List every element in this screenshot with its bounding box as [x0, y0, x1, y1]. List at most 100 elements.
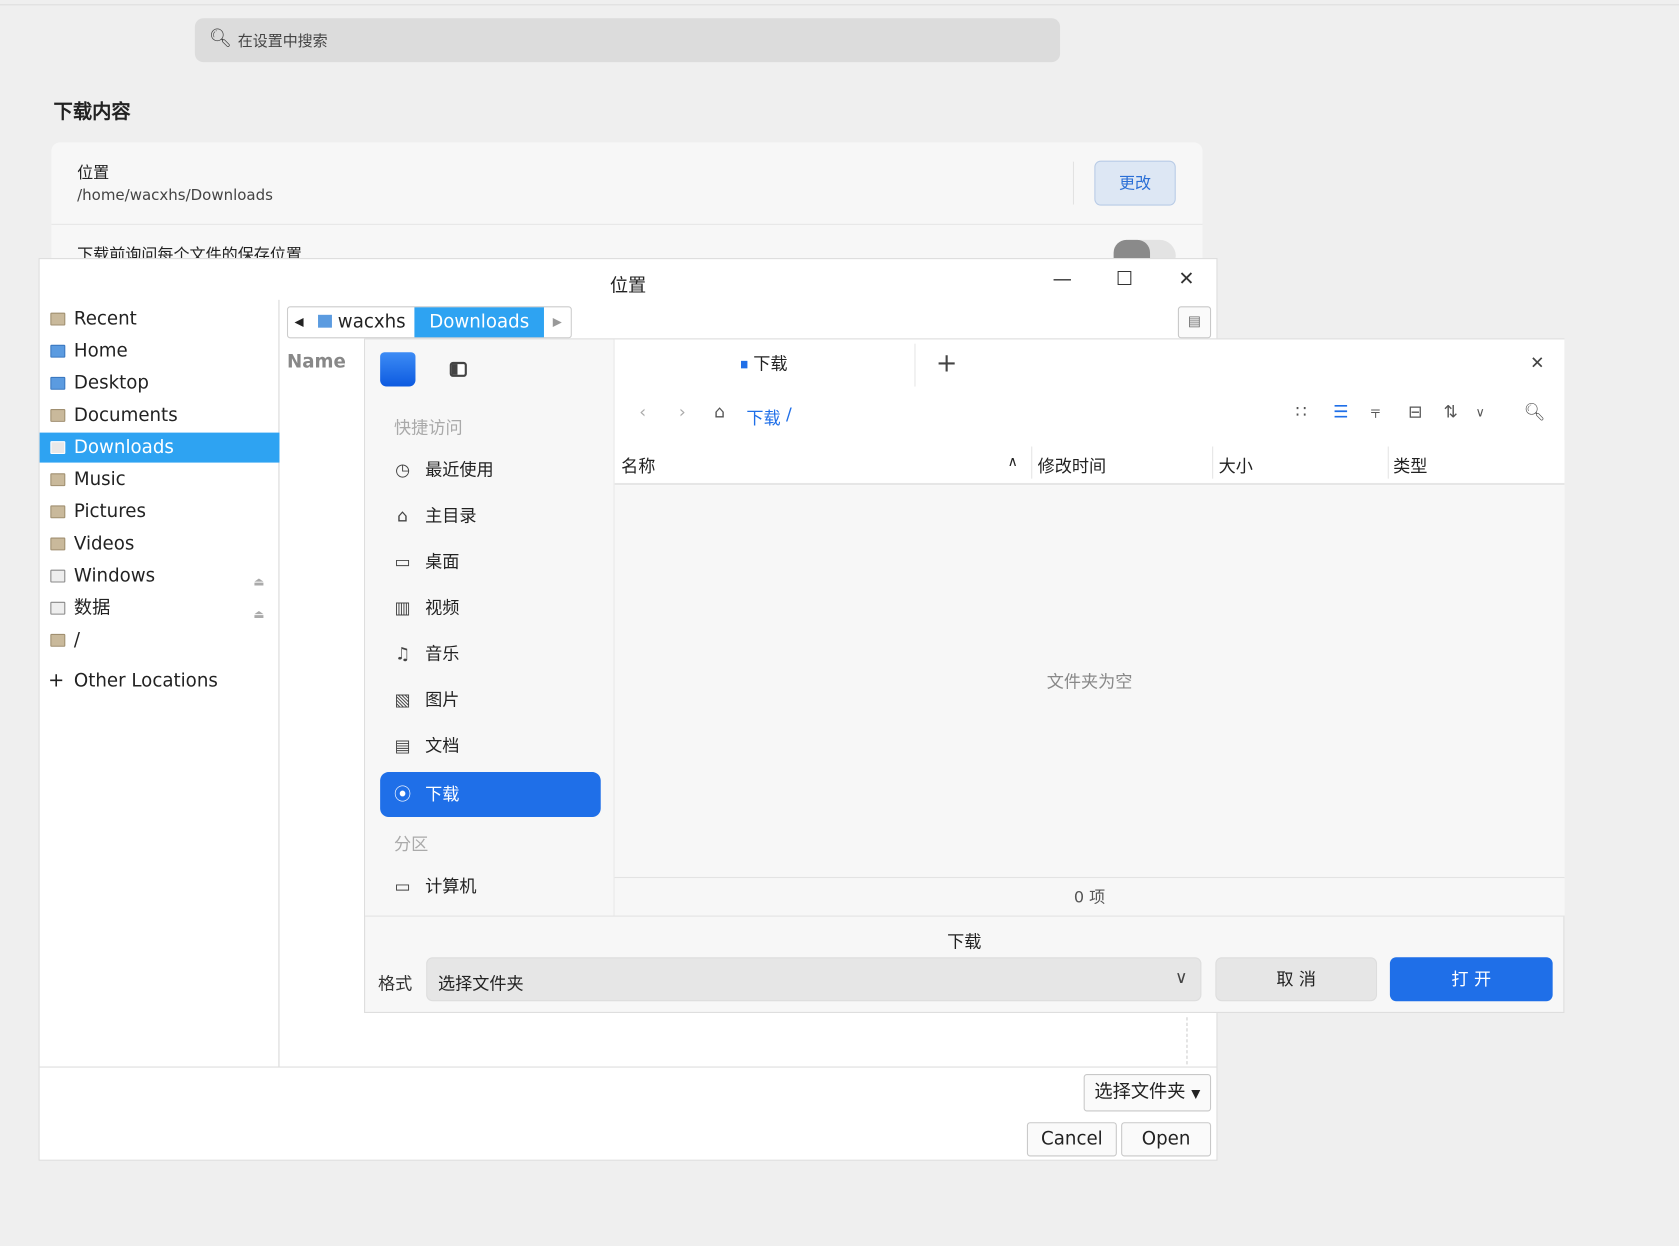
dde-file-dialog: 快捷访问 ◷ 最近使用 ⌂ 主目录 ▭ 桌面 ▥ 视频 ♫ 音乐 ▧ 图片 ▤ 文档 ⦿ 下载 … [364, 338, 1565, 1013]
tree-view-icon[interactable]: ⫧ [1371, 402, 1381, 423]
pane-handle[interactable] [1186, 1017, 1188, 1065]
chevron-down-icon[interactable]: ∨ [1476, 405, 1485, 420]
column-header-row: 名称 ∧ 修改时间 大小 类型 [614, 440, 1565, 486]
sidebar-item-pictures[interactable]: Pictures [40, 497, 280, 527]
label: Downloads [73, 436, 174, 459]
recent-icon [50, 312, 66, 326]
sidebar-item-downloads[interactable]: ⦿ 下载 [380, 772, 601, 818]
drive-icon [50, 601, 66, 615]
close-icon[interactable]: ✕ [1173, 266, 1201, 294]
sidebar-item-documents[interactable]: Documents [40, 400, 280, 430]
sidebar-item-other-locations[interactable]: + Other Locations [40, 666, 280, 696]
top-divider [0, 4, 1679, 6]
cancel-button[interactable]: Cancel [1026, 1122, 1117, 1157]
folder-icon [50, 441, 66, 455]
location-label: 位置 [77, 162, 110, 183]
folder-icon [50, 473, 66, 487]
path-segment-wacxhs[interactable]: wacxhs [310, 307, 414, 337]
home-icon[interactable]: ⌂ [714, 402, 725, 422]
column-modified[interactable]: 修改时间 [1038, 452, 1107, 478]
sort-icon[interactable]: ⇅ [1443, 402, 1457, 422]
label: Recent [73, 308, 137, 330]
label: 下载 [753, 353, 788, 374]
forward-icon[interactable]: › [679, 402, 686, 422]
image-icon: ▧ [394, 689, 411, 710]
sidebar-item-home[interactable]: ⌂ 主目录 [380, 494, 601, 539]
sidebar-item-recent[interactable]: ◷ 最近使用 [380, 448, 601, 493]
preview-icon[interactable]: ⊟ [1408, 402, 1422, 422]
sidebar-item-downloads[interactable]: Downloads [39, 432, 280, 463]
column-name[interactable]: 名称 [621, 452, 655, 478]
chevron-down-icon: ∨ [1174, 966, 1188, 988]
sidebar-item-windows[interactable]: Windows ⏏ [40, 561, 280, 591]
home-icon: ⌂ [397, 505, 409, 526]
list-view-icon[interactable]: ☰ [1333, 402, 1348, 422]
close-icon[interactable]: ✕ [1530, 352, 1544, 372]
film-icon: ▥ [394, 597, 411, 618]
cancel-button[interactable]: 取 消 [1215, 957, 1378, 1002]
sidebar-toggle-icon[interactable] [449, 361, 467, 377]
label: 音乐 [425, 643, 460, 664]
places-sidebar: Recent Home Desktop Documents Downloads … [39, 299, 280, 1067]
divider [1072, 161, 1075, 205]
label: Pictures [73, 501, 146, 523]
new-tab-icon[interactable]: + [936, 348, 958, 378]
home-folder-icon [318, 314, 333, 328]
label: 选择文件夹 [1094, 1081, 1186, 1103]
back-icon[interactable]: ‹ [639, 402, 646, 422]
file-list[interactable]: 文件夹为空 [614, 485, 1565, 877]
file-manager-logo [380, 352, 416, 387]
search-placeholder: 在设置中搜索 [237, 33, 328, 51]
new-folder-button[interactable]: ▤ [1177, 306, 1212, 339]
search-icon[interactable]: 🔍︎ [1524, 402, 1546, 422]
maximize-icon[interactable]: ☐ [1110, 266, 1138, 294]
column-size[interactable]: 大小 [1219, 452, 1253, 478]
sidebar-item-music[interactable]: Music [40, 465, 280, 495]
name-column-header[interactable]: Name [287, 351, 346, 372]
sidebar-item-music[interactable]: ♫ 音乐 [380, 632, 601, 677]
sidebar-item-root[interactable]: / [40, 625, 280, 655]
format-select[interactable]: 选择文件夹 ∨ [426, 957, 1202, 1002]
label: 下载 [425, 783, 460, 805]
breadcrumb-downloads[interactable]: 下载 [746, 404, 780, 430]
filter-dropdown[interactable]: 选择文件夹 ▼ [1083, 1074, 1212, 1112]
path-segment-downloads[interactable]: Downloads [414, 307, 545, 338]
folder-icon [50, 409, 66, 422]
caret-down-icon: ▼ [1191, 1086, 1201, 1101]
open-button[interactable]: 打 开 [1389, 957, 1553, 1002]
sidebar-item-computer[interactable]: ▭ 计算机 [380, 864, 601, 909]
label: Documents [73, 404, 178, 427]
sidebar-item-pictures[interactable]: ▧ 图片 [380, 678, 601, 723]
sidebar-item-desktop[interactable]: Desktop [40, 368, 280, 398]
computer-icon: ▭ [394, 875, 411, 897]
path-forward-arrow[interactable]: ▶ [544, 307, 570, 337]
current-folder-label: 下载 [947, 931, 982, 952]
empty-message: 文件夹为空 [1046, 671, 1133, 692]
sidebar-item-desktop[interactable]: ▭ 桌面 [380, 540, 601, 585]
sidebar-item-videos[interactable]: ▥ 视频 [380, 586, 601, 631]
folder-icon [50, 505, 66, 519]
sidebar-item-documents[interactable]: ▤ 文档 [380, 724, 601, 769]
breadcrumb-separator: / [785, 403, 792, 425]
open-button[interactable]: Open [1121, 1122, 1212, 1157]
label: 计算机 [425, 875, 477, 897]
column-type[interactable]: 类型 [1393, 452, 1427, 478]
label: Videos [73, 533, 135, 555]
path-back-arrow[interactable]: ◀ [288, 307, 310, 337]
sort-ascending-icon[interactable]: ∧ [1008, 454, 1018, 470]
folder-icon [50, 537, 66, 551]
sidebar-item-data[interactable]: 数据 ⏏ [40, 593, 280, 623]
search-icon: 🔍︎ [208, 27, 232, 50]
desktop-folder-icon [50, 376, 66, 390]
tab-indicator [741, 360, 748, 369]
clock-icon: ◷ [395, 459, 411, 480]
sidebar-item-home[interactable]: Home [40, 336, 280, 366]
icon-view-icon[interactable]: ∷ [1296, 402, 1307, 422]
divider [51, 223, 1203, 225]
tab-downloads[interactable]: 下载 [615, 339, 915, 388]
sidebar-item-recent[interactable]: Recent [40, 304, 280, 334]
minimize-icon[interactable]: — [1048, 266, 1076, 294]
sidebar-item-videos[interactable]: Videos [40, 529, 280, 559]
change-location-button[interactable]: 更改 [1094, 160, 1176, 206]
settings-search-input[interactable]: 🔍︎ 在设置中搜索 [194, 18, 1061, 63]
